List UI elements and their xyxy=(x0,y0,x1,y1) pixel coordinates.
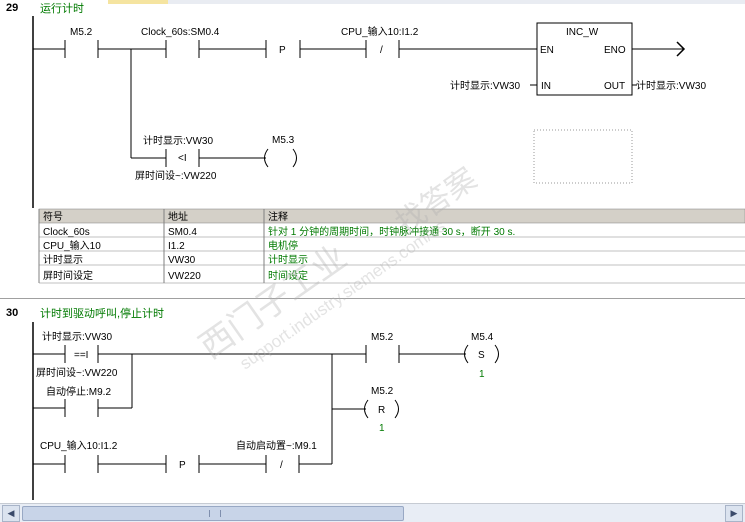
coil-m5-3[interactable]: M5.3 xyxy=(264,135,297,168)
edge-label: P xyxy=(279,45,286,56)
compare-top-operand: 计时显示:VW30 xyxy=(143,134,213,147)
box-eno: ENO xyxy=(604,45,626,56)
contact-m5-2[interactable]: M5.2 xyxy=(365,332,400,363)
contact-label: M5.2 xyxy=(371,332,394,343)
contact-cpu-input-10[interactable]: CPU_输入10:I1.2 xyxy=(40,439,118,473)
coil-type: S xyxy=(478,350,485,361)
table-header: 注释 xyxy=(268,210,288,223)
contact-label: CPU_输入10:I1.2 xyxy=(40,439,118,452)
coil-label: M5.2 xyxy=(371,386,394,397)
contact-cpu-input-10[interactable]: CPU_输入10:I1.2 / xyxy=(341,25,419,58)
network-29-title[interactable]: 运行计时 xyxy=(40,2,84,15)
scroll-thumb[interactable] xyxy=(22,506,404,521)
grip-icon xyxy=(209,510,221,517)
coil-type: R xyxy=(378,405,385,416)
contact-label: Clock_60s:SM0.4 xyxy=(141,27,220,38)
box-en: EN xyxy=(540,45,554,56)
compare-op: <I xyxy=(178,153,187,164)
table-cell: SM0.4 xyxy=(168,227,197,238)
contact-label: 自动启动置~:M9.1 xyxy=(236,439,317,452)
table-header: 地址 xyxy=(168,210,188,223)
contact-label: 自动停止:M9.2 xyxy=(46,385,111,398)
empty-element-placeholder[interactable] xyxy=(533,129,633,184)
nc-slash: / xyxy=(280,460,283,471)
contact-m5-2[interactable]: M5.2 xyxy=(64,27,99,58)
table-cell: 屏时间设定 xyxy=(43,269,93,282)
table-cell: I1.2 xyxy=(168,241,185,252)
box-in-operand[interactable]: 计时显示:VW30 xyxy=(450,79,520,92)
compare-bottom-operand: 屏时间设~:VW220 xyxy=(36,366,118,379)
coil-reset-m5-2[interactable]: R M5.2 1 xyxy=(364,386,399,434)
table-header: 符号 xyxy=(43,210,63,223)
compare-top-operand: 计时显示:VW30 xyxy=(42,330,112,343)
table-cell: 计时显示 xyxy=(43,253,83,266)
nc-slash: / xyxy=(380,45,383,56)
table-cell: Clock_60s xyxy=(43,227,90,238)
scroll-right-button[interactable]: ▶ xyxy=(725,505,743,522)
box-in: IN xyxy=(541,81,551,92)
horizontal-scrollbar[interactable]: ◀ ▶ xyxy=(0,503,745,522)
box-out: OUT xyxy=(604,81,625,92)
box-out-operand[interactable]: 计时显示:VW30 xyxy=(636,79,706,92)
contact-auto-start[interactable]: 自动启动置~:M9.1 / xyxy=(236,439,317,473)
table-cell: VW220 xyxy=(168,271,201,282)
table-cell: 电机停 xyxy=(268,239,298,252)
table-cell: CPU_输入10 xyxy=(43,239,101,252)
contact-auto-stop[interactable]: 自动停止:M9.2 xyxy=(46,385,111,417)
watermark: 西门子工业 support.industry.siemens.com/cs 找答… xyxy=(193,162,483,373)
contact-clock-60s[interactable]: Clock_60s:SM0.4 xyxy=(141,27,220,58)
table-cell: 针对 1 分钟的周期时间，时钟脉冲接通 30 s，断开 30 s. xyxy=(268,225,515,238)
ladder-editor[interactable]: 29 30 运行计时 M5.2 Clock_60s:SM0.4 P CPU_输入… xyxy=(0,0,745,500)
coil-count: 1 xyxy=(479,369,485,380)
coil-label: M5.4 xyxy=(471,332,494,343)
coil-set-m5-4[interactable]: S M5.4 1 xyxy=(464,332,499,380)
compare-bottom-operand: 屏时间设~:VW220 xyxy=(135,169,217,182)
coil-label: M5.3 xyxy=(272,135,295,146)
contact-positive-edge[interactable]: P xyxy=(265,40,301,58)
edge-label: P xyxy=(179,460,186,471)
contact-label: M5.2 xyxy=(70,27,93,38)
scroll-left-button[interactable]: ◀ xyxy=(2,505,20,522)
network-30-title[interactable]: 计时到驱动呼叫,停止计时 xyxy=(40,306,164,320)
box-name: INC_W xyxy=(566,27,599,38)
inc-w-box[interactable]: INC_W EN ENO IN OUT xyxy=(536,22,633,96)
contact-label: CPU_输入10:I1.2 xyxy=(341,25,419,38)
contact-positive-edge[interactable]: P xyxy=(165,455,200,473)
table-cell: VW30 xyxy=(168,255,196,266)
compare-op: ==I xyxy=(74,350,88,361)
coil-count: 1 xyxy=(379,423,385,434)
